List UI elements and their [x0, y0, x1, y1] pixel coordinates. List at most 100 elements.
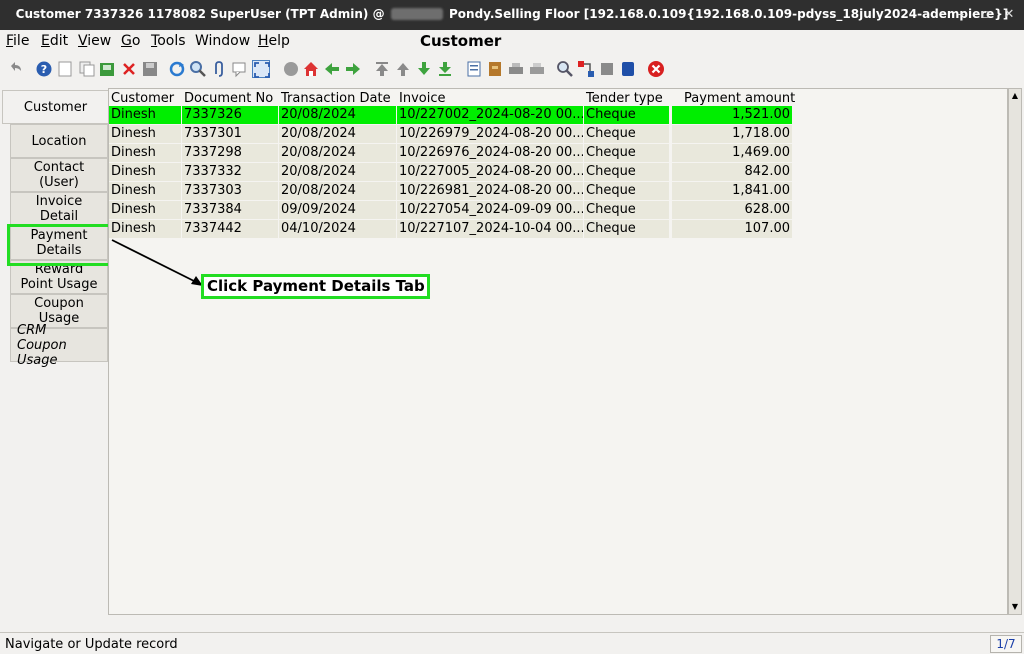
cell-transaction-date[interactable]: 20/08/2024: [279, 125, 396, 143]
save-copy-icon[interactable]: [98, 60, 116, 78]
cell-transaction-date[interactable]: 20/08/2024: [279, 163, 396, 181]
exit-icon[interactable]: [647, 60, 665, 78]
column-header-tender-type[interactable]: Tender type: [586, 91, 663, 106]
tab-location[interactable]: Location: [10, 124, 108, 158]
cell-tender-type[interactable]: Cheque: [584, 144, 669, 162]
attachment-icon[interactable]: [210, 60, 228, 78]
menu-edit[interactable]: Edit: [41, 33, 68, 49]
cell-transaction-date[interactable]: 20/08/2024: [279, 144, 396, 162]
cell-payment-amount[interactable]: 842.00: [672, 163, 792, 181]
tab-invoice-detail[interactable]: Invoice Detail: [10, 192, 108, 226]
menu-window[interactable]: Window: [195, 33, 250, 49]
table-row[interactable]: Dinesh 7337303 20/08/2024 10/226981_2024-08…: [109, 182, 793, 201]
column-header-document-no[interactable]: Document No: [184, 91, 273, 106]
cell-invoice[interactable]: 10/226979_2024-08-20 00...: [397, 125, 583, 143]
cell-payment-amount[interactable]: 1,469.00: [672, 144, 792, 162]
cell-document-no[interactable]: 7337303: [182, 182, 278, 200]
cell-document-no[interactable]: 7337384: [182, 201, 278, 219]
report-icon[interactable]: [465, 60, 483, 78]
new-icon[interactable]: [56, 60, 74, 78]
history-icon[interactable]: [282, 60, 300, 78]
scroll-down-icon[interactable]: ▼: [1010, 602, 1020, 612]
column-header-invoice[interactable]: Invoice: [399, 91, 445, 106]
print-icon[interactable]: [528, 60, 546, 78]
delete-icon[interactable]: [120, 60, 138, 78]
cell-customer[interactable]: Dinesh: [109, 182, 181, 200]
cell-customer[interactable]: Dinesh: [109, 144, 181, 162]
minimize-icon[interactable]: –: [952, 6, 970, 24]
cell-document-no[interactable]: 7337301: [182, 125, 278, 143]
table-row[interactable]: Dinesh 7337384 09/09/2024 10/227054_2024-09…: [109, 201, 793, 220]
undo-icon[interactable]: [6, 60, 24, 78]
cell-payment-amount[interactable]: 107.00: [672, 220, 792, 238]
workflow-icon[interactable]: [577, 60, 595, 78]
cell-payment-amount[interactable]: 628.00: [672, 201, 792, 219]
previous-icon[interactable]: [323, 60, 341, 78]
table-row[interactable]: Dinesh 7337332 20/08/2024 10/227005_2024-08…: [109, 163, 793, 182]
save-icon[interactable]: [141, 60, 159, 78]
print-preview-icon[interactable]: [507, 60, 525, 78]
record-counter[interactable]: 1/7: [990, 635, 1022, 653]
cell-invoice[interactable]: 10/227054_2024-09-09 00...: [397, 201, 583, 219]
cell-document-no[interactable]: 7337326: [182, 106, 278, 124]
maximize-icon[interactable]: ▫: [976, 6, 994, 24]
find-icon[interactable]: [189, 60, 207, 78]
table-row[interactable]: Dinesh 7337442 04/10/2024 10/227107_2024-10…: [109, 220, 793, 239]
cell-document-no[interactable]: 7337298: [182, 144, 278, 162]
vertical-scrollbar[interactable]: ▲ ▼: [1008, 88, 1022, 615]
zoom-across-icon[interactable]: [556, 60, 574, 78]
cell-payment-amount[interactable]: 1,841.00: [672, 182, 792, 200]
cell-invoice[interactable]: 10/227002_2024-08-20 00...: [397, 106, 583, 124]
cell-payment-amount[interactable]: 1,521.00: [672, 106, 792, 124]
copy-icon[interactable]: [78, 60, 96, 78]
menu-go[interactable]: Go: [121, 33, 140, 49]
tab-crm-coupon-usage[interactable]: CRM Coupon Usage: [10, 323, 108, 368]
tab-contact-user[interactable]: Contact (User): [10, 158, 108, 192]
chat-icon[interactable]: [231, 60, 249, 78]
cell-transaction-date[interactable]: 04/10/2024: [279, 220, 396, 238]
cell-invoice[interactable]: 10/227005_2024-08-20 00...: [397, 163, 583, 181]
cell-customer[interactable]: Dinesh: [109, 125, 181, 143]
home-icon[interactable]: [302, 60, 320, 78]
cell-tender-type[interactable]: Cheque: [584, 201, 669, 219]
next-icon[interactable]: [344, 60, 362, 78]
menu-file[interactable]: File: [6, 33, 29, 49]
first-record-icon[interactable]: [373, 60, 391, 78]
cell-invoice[interactable]: 10/226976_2024-08-20 00...: [397, 144, 583, 162]
fullscreen-icon[interactable]: [252, 60, 270, 78]
cell-customer[interactable]: Dinesh: [109, 201, 181, 219]
help-icon[interactable]: ?: [35, 60, 53, 78]
cell-tender-type[interactable]: Cheque: [584, 163, 669, 181]
cell-transaction-date[interactable]: 20/08/2024: [279, 182, 396, 200]
cell-tender-type[interactable]: Cheque: [584, 106, 669, 124]
next-record-icon[interactable]: [415, 60, 433, 78]
cell-customer[interactable]: Dinesh: [109, 163, 181, 181]
cell-tender-type[interactable]: Cheque: [584, 220, 669, 238]
previous-record-icon[interactable]: [394, 60, 412, 78]
menu-view[interactable]: View: [78, 33, 111, 49]
cell-document-no[interactable]: 7337332: [182, 163, 278, 181]
cell-payment-amount[interactable]: 1,718.00: [672, 125, 792, 143]
cell-tender-type[interactable]: Cheque: [584, 182, 669, 200]
cell-tender-type[interactable]: Cheque: [584, 125, 669, 143]
cell-invoice[interactable]: 10/227107_2024-10-04 00...: [397, 220, 583, 238]
table-row[interactable]: Dinesh 7337298 20/08/2024 10/226976_2024-08…: [109, 144, 793, 163]
tab-customer[interactable]: Customer: [2, 90, 108, 124]
table-row[interactable]: Dinesh 7337301 20/08/2024 10/226979_2024-08…: [109, 125, 793, 144]
cell-transaction-date[interactable]: 20/08/2024: [279, 106, 396, 124]
refresh-icon[interactable]: [168, 60, 186, 78]
menu-help[interactable]: Help: [258, 33, 290, 49]
last-record-icon[interactable]: [436, 60, 454, 78]
cell-transaction-date[interactable]: 09/09/2024: [279, 201, 396, 219]
menu-tools[interactable]: Tools: [151, 33, 186, 49]
request-icon[interactable]: [598, 60, 616, 78]
column-header-transaction-date[interactable]: Transaction Date: [281, 91, 391, 106]
scroll-up-icon[interactable]: ▲: [1010, 91, 1020, 101]
table-row[interactable]: Dinesh 7337326 20/08/2024 10/227002_2024-08…: [109, 106, 793, 125]
column-header-payment-amount[interactable]: Payment amount: [684, 91, 795, 106]
cell-invoice[interactable]: 10/226981_2024-08-20 00...: [397, 182, 583, 200]
close-window-icon[interactable]: ✕: [1000, 6, 1018, 24]
cell-customer[interactable]: Dinesh: [109, 106, 181, 124]
archive-icon[interactable]: [486, 60, 504, 78]
column-header-customer[interactable]: Customer: [111, 91, 174, 106]
